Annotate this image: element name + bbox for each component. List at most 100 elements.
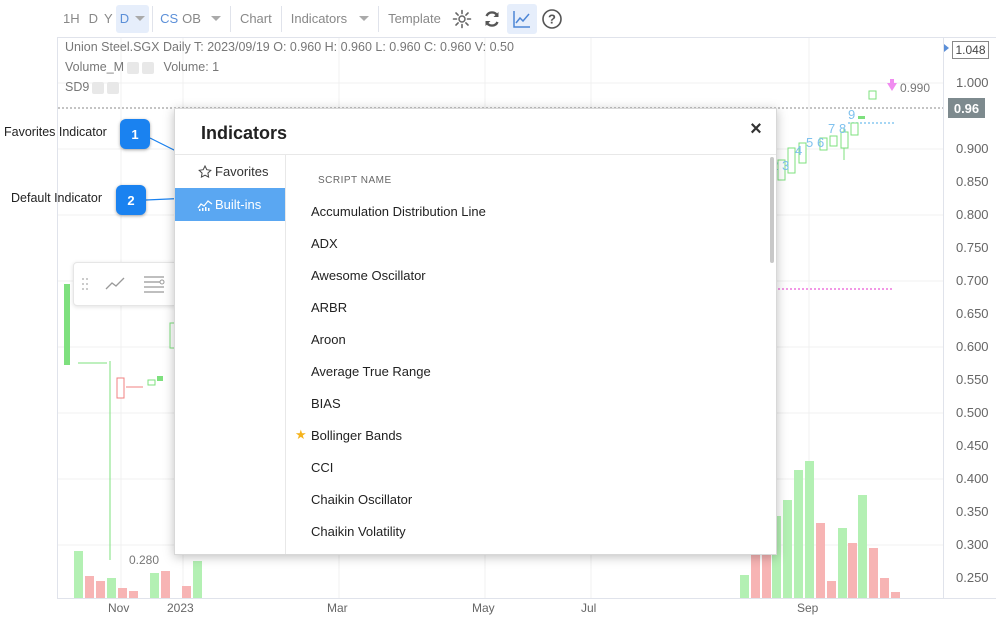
candle bbox=[868, 90, 877, 100]
template-button[interactable]: Template bbox=[382, 0, 447, 38]
time-label: 2023 bbox=[167, 601, 194, 615]
time-label: Mar bbox=[327, 601, 348, 615]
time-label: Nov bbox=[108, 601, 130, 615]
toolbar-divider bbox=[152, 5, 154, 32]
chart-legend-main: Union Steel.SGX Daily T: 2023/09/19 O: 0… bbox=[65, 40, 514, 54]
chart-legend-sd9: SD9 bbox=[65, 80, 120, 94]
list-item[interactable]: Average True Range bbox=[287, 355, 767, 387]
price-tick: 0.600 bbox=[956, 339, 989, 354]
callout-label-default: Default Indicator bbox=[11, 191, 103, 205]
price-tick: 0.250 bbox=[956, 570, 989, 585]
time-label: Sep bbox=[797, 601, 819, 615]
list-item[interactable]: ARBR bbox=[287, 291, 767, 323]
tab-label: Favorites bbox=[215, 164, 269, 179]
dialog-header: Indicators × bbox=[175, 109, 776, 155]
price-tick: 0.800 bbox=[956, 207, 989, 222]
chart-legend-volume: Volume_M Volume: 1 bbox=[65, 60, 219, 74]
chart-type-dropdown[interactable] bbox=[205, 0, 227, 38]
price-tick: 0.450 bbox=[956, 438, 989, 453]
indicators-button[interactable]: Indicators bbox=[285, 0, 375, 38]
close-icon[interactable] bbox=[142, 61, 155, 74]
td-count: 4 bbox=[795, 143, 802, 158]
settings-icon[interactable] bbox=[127, 61, 140, 74]
price-tick: 0.500 bbox=[956, 405, 989, 420]
volume-indicator-name: Volume_M bbox=[65, 60, 125, 74]
high-label: 0.990 bbox=[900, 81, 930, 95]
tab-label: Built-ins bbox=[215, 197, 262, 212]
volume-value: Volume: 1 bbox=[163, 60, 220, 74]
callout-label-favorites: Favorites Indicator bbox=[4, 125, 107, 139]
price-tick: 0.700 bbox=[956, 273, 989, 288]
script-name: ARBR bbox=[311, 299, 348, 315]
candle bbox=[64, 284, 70, 365]
list-item[interactable]: Awesome Oscillator bbox=[287, 259, 767, 291]
price-tick: 0.400 bbox=[956, 471, 989, 486]
star-outline-icon bbox=[197, 164, 213, 179]
script-name: Average True Range bbox=[311, 363, 431, 379]
low-label: 0.280 bbox=[129, 553, 159, 567]
list-item[interactable]: Chaikin Volatility bbox=[287, 515, 767, 547]
script-name: Chaikin Volatility bbox=[311, 523, 406, 539]
fib-levels-icon[interactable] bbox=[135, 274, 174, 294]
sell-arrow-icon bbox=[887, 79, 897, 91]
expand-arrow-icon bbox=[944, 44, 949, 52]
favorite-star-icon[interactable]: ★ bbox=[295, 427, 307, 443]
indicators-label: Indicators bbox=[290, 11, 348, 26]
chart-compare-icon[interactable] bbox=[506, 3, 537, 34]
script-list[interactable]: SCRIPT NAME Accumulation Distribution Li… bbox=[287, 155, 776, 554]
candle bbox=[850, 122, 859, 136]
td-count: 5 bbox=[806, 135, 813, 150]
list-item[interactable]: CCI bbox=[287, 451, 767, 483]
tab-built-ins[interactable]: Built-ins bbox=[175, 188, 285, 221]
svg-text:?: ? bbox=[548, 11, 556, 26]
drawing-toolbar bbox=[73, 262, 175, 306]
list-item[interactable]: BIAS bbox=[287, 387, 767, 419]
chart-type-cs[interactable]: CS bbox=[156, 0, 180, 38]
interval-1h[interactable]: 1H bbox=[57, 0, 86, 38]
close-icon[interactable]: × bbox=[746, 119, 766, 139]
settings-icon[interactable] bbox=[447, 4, 477, 34]
price-tick: 0.900 bbox=[956, 141, 989, 156]
price-tick: 0.850 bbox=[956, 174, 989, 189]
indicators-dialog: Indicators × Favorites Built-ins SCRIPT … bbox=[174, 108, 777, 555]
script-name: Chaikin Oscillator bbox=[311, 491, 413, 507]
callout-badge-2: 2 bbox=[116, 185, 146, 215]
list-item[interactable]: Aroon bbox=[287, 323, 767, 355]
chevron-down-icon bbox=[210, 16, 221, 21]
candle bbox=[157, 376, 163, 381]
close-icon[interactable] bbox=[107, 81, 120, 94]
interval-selected: D bbox=[119, 11, 130, 26]
tab-favorites[interactable]: Favorites bbox=[175, 155, 285, 188]
price-tick: 0.350 bbox=[956, 504, 989, 519]
top-price-tag: 1.048 bbox=[952, 41, 989, 59]
settings-icon[interactable] bbox=[92, 81, 105, 94]
td-count: 8 bbox=[839, 121, 846, 136]
price-tick: 1.000 bbox=[956, 75, 989, 90]
time-label: May bbox=[472, 601, 495, 615]
refresh-icon[interactable] bbox=[477, 4, 507, 34]
script-name: ADX bbox=[311, 235, 338, 251]
interval-d[interactable]: D bbox=[86, 0, 101, 38]
list-item[interactable]: ★ Bollinger Bands bbox=[287, 419, 767, 451]
callout-badge-1: 1 bbox=[120, 119, 150, 149]
trendline-icon[interactable] bbox=[96, 277, 135, 291]
scrollbar[interactable] bbox=[770, 157, 774, 263]
toolbar-divider bbox=[280, 5, 282, 32]
chart-button[interactable]: Chart bbox=[234, 0, 278, 38]
chart-type-ob[interactable]: OB bbox=[180, 0, 205, 38]
candle bbox=[116, 377, 125, 399]
script-name: Aroon bbox=[311, 331, 346, 347]
list-item[interactable]: Accumulation Distribution Line bbox=[287, 195, 767, 227]
price-tick: 0.550 bbox=[956, 372, 989, 387]
price-tick: 0.650 bbox=[956, 306, 989, 321]
time-axis[interactable]: Nov 2023 Mar May Jul Sep bbox=[57, 598, 996, 618]
sd9-indicator-name: SD9 bbox=[65, 80, 90, 94]
interval-dropdown[interactable]: D bbox=[115, 4, 150, 33]
list-item[interactable]: Chaikin Oscillator bbox=[287, 483, 767, 515]
drag-handle-icon[interactable] bbox=[74, 277, 96, 291]
help-icon[interactable]: ? bbox=[537, 4, 567, 34]
price-axis[interactable]: 1.000 0.900 0.850 0.800 0.750 0.700 0.65… bbox=[943, 38, 996, 598]
interval-y[interactable]: Y bbox=[101, 0, 116, 38]
current-price-tag: 0.96 bbox=[948, 98, 985, 118]
list-item[interactable]: ADX bbox=[287, 227, 767, 259]
